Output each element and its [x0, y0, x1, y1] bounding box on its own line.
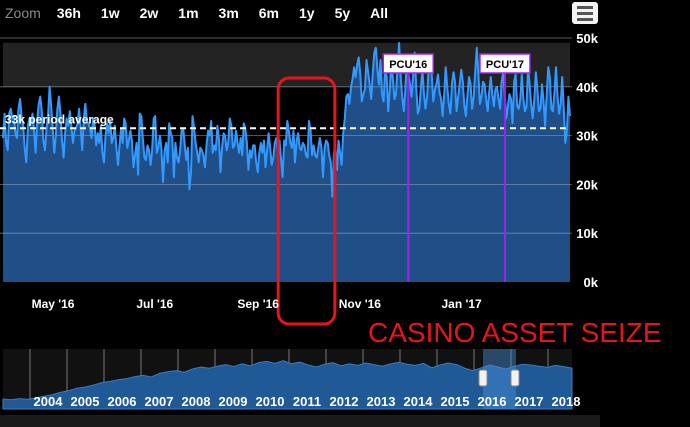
x-tick-label: Nov '16 — [339, 297, 382, 311]
navigator-year-label: 2017 — [515, 394, 544, 409]
y-tick-label: 0k — [584, 275, 599, 290]
x-tick-label: May '16 — [32, 297, 75, 311]
navigator-year-label: 2012 — [330, 394, 359, 409]
y-tick-label: 20k — [576, 177, 598, 192]
x-tick-label: Sep '16 — [237, 297, 279, 311]
x-tick-label: Jul '16 — [136, 297, 173, 311]
y-tick-label: 40k — [576, 80, 598, 95]
navigator-year-label: 2016 — [478, 394, 507, 409]
x-tick-label: Jan '17 — [441, 297, 482, 311]
pcu-marker-label: PCU'17 — [486, 59, 524, 71]
navigator-year-label: 2015 — [441, 394, 470, 409]
navigator-year-label: 2006 — [108, 394, 137, 409]
navigator-handle — [478, 369, 488, 387]
navigator-year-label: 2010 — [256, 394, 285, 409]
navigator-handle — [510, 369, 520, 387]
navigator-year-label: 2005 — [71, 394, 100, 409]
y-tick-label: 50k — [576, 31, 598, 46]
navigator-year-label: 2018 — [552, 394, 581, 409]
navigator-scrollbar — [0, 415, 600, 427]
navigator-year-label: 2004 — [34, 394, 64, 409]
navigator-year-label: 2011 — [293, 394, 321, 409]
y-tick-label: 10k — [576, 226, 598, 241]
navigator-year-label: 2008 — [182, 394, 211, 409]
navigator-year-label: 2013 — [367, 394, 396, 409]
average-label: 33k period average — [5, 112, 114, 126]
casino-annotation: CASINO ASSET SEIZE — [368, 317, 662, 348]
navigator-year-label: 2009 — [219, 394, 248, 409]
y-tick-label: 30k — [576, 129, 598, 144]
navigator-year-label: 2014 — [404, 394, 434, 409]
navigator-year-label: 2007 — [145, 394, 174, 409]
pcu-marker-label: PCU'16 — [389, 59, 427, 71]
player-count-chart: 0k 10k 20k 30k 40k 50k 33k period average PCU'1… — [0, 31, 662, 427]
